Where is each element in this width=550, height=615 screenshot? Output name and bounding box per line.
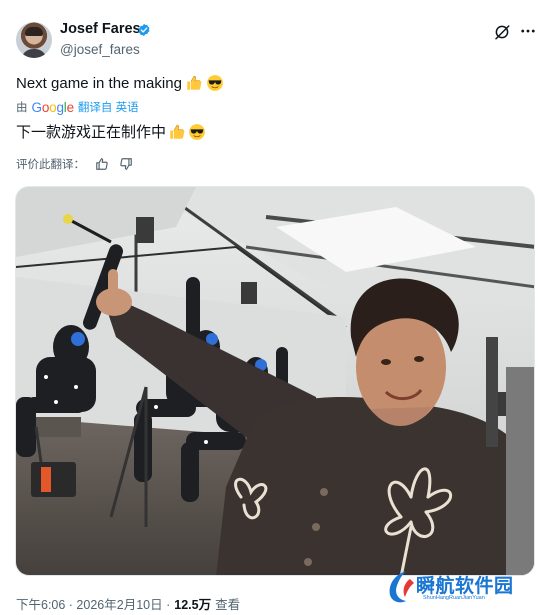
translated-text-body: 下一款游戏正在制作中 bbox=[16, 124, 167, 141]
post-timestamp[interactable]: 下午6:06 · 2026年2月10日 · bbox=[16, 594, 170, 613]
post-text-body: Next game in the making bbox=[16, 74, 182, 92]
author-handle[interactable]: @josef_fares bbox=[60, 42, 140, 57]
more-icon[interactable] bbox=[519, 22, 537, 40]
watermark-subtitle: ShunHangRuanJianYuan bbox=[423, 595, 485, 601]
translation-attribution: 由 Google 翻译自 英语 bbox=[16, 99, 139, 115]
thumbs-up-emoji-icon bbox=[170, 124, 185, 139]
post-timestamp-row: 下午6:06 · 2026年2月10日 · 12.5万 查看 bbox=[16, 594, 240, 613]
avatar[interactable] bbox=[16, 22, 52, 58]
sunglasses-emoji-icon bbox=[207, 75, 223, 91]
author-display-name[interactable]: Josef Fares bbox=[60, 21, 141, 37]
rate-translation-row: 评价此翻译： bbox=[16, 156, 133, 172]
translated-from-link[interactable]: 翻译自 英语 bbox=[78, 99, 139, 115]
thumbs-up-emoji-icon bbox=[187, 75, 202, 90]
post-text: Next game in the making bbox=[16, 74, 224, 92]
post-photo[interactable] bbox=[15, 186, 535, 576]
translation-prefix: 由 bbox=[16, 102, 28, 114]
avatar-hair bbox=[25, 27, 43, 36]
translated-text: 下一款游戏正在制作中 bbox=[16, 121, 206, 142]
grok-icon[interactable] bbox=[493, 23, 511, 41]
verified-badge-icon[interactable] bbox=[137, 23, 151, 37]
google-logo: Google bbox=[31, 99, 75, 115]
thumbs-down-icon[interactable] bbox=[119, 157, 133, 171]
views-count: 12.5万 bbox=[174, 598, 212, 612]
watermark-logo-icon bbox=[389, 571, 414, 603]
photo-illustration bbox=[16, 187, 534, 575]
avatar-shirt bbox=[21, 49, 47, 58]
watermark-title: 瞬航软件园 bbox=[416, 576, 514, 597]
sunglasses-emoji-icon bbox=[189, 123, 205, 140]
watermark: 瞬航软件园 ShunHangRuanJianYuan bbox=[386, 569, 532, 609]
thumbs-up-icon[interactable] bbox=[95, 157, 109, 171]
rate-translation-label: 评价此翻译： bbox=[16, 159, 85, 171]
views-label: 查看 bbox=[215, 598, 241, 612]
